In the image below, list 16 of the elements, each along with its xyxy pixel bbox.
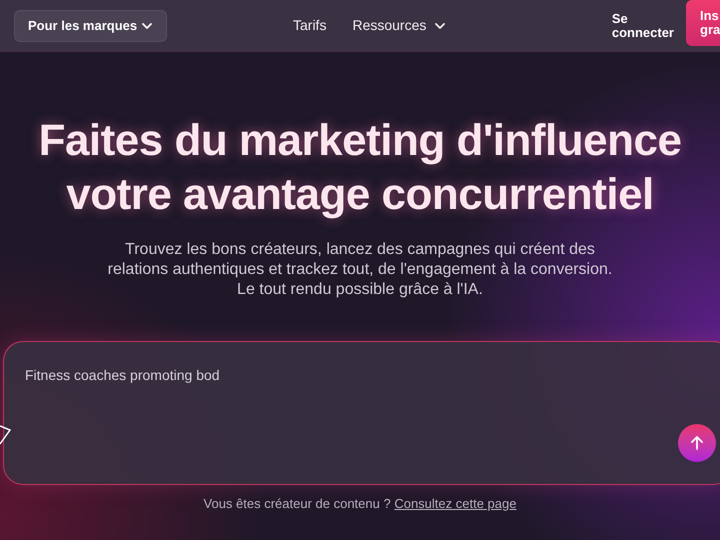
creator-page-link[interactable]: Consultez cette page <box>394 496 516 511</box>
signup-button[interactable]: Ins gra <box>686 0 720 46</box>
brand-menu-button[interactable]: Pour les marques <box>14 10 167 42</box>
hero-subtitle: Trouvez les bons créateurs, lancez des campagnes qui créent des relations authentiques et trackez tout, de l'engagement à la conversion. Le tout rendu possible grâce à l'IA. <box>108 240 612 300</box>
chevron-down-icon <box>434 22 446 30</box>
hero-title: Faites du marketing d'influence votre avantage concurrentiel <box>38 115 682 221</box>
login-link[interactable]: Se connecter <box>612 12 674 40</box>
prompt-text: Fitness coaches promoting bod <box>25 367 220 383</box>
prompt-field[interactable]: Fitness coaches promoting bod <box>3 341 720 485</box>
arrow-up-icon <box>691 436 703 450</box>
resources-menu[interactable]: Ressources <box>352 15 446 36</box>
chevron-down-icon <box>141 22 153 30</box>
nav-link[interactable]: Tarifs <box>293 15 326 36</box>
send-button[interactable] <box>678 424 716 462</box>
pointer-icon <box>0 424 11 446</box>
creator-prompt-text: Vous êtes créateur de contenu ? Consultez cette page <box>202 495 518 513</box>
